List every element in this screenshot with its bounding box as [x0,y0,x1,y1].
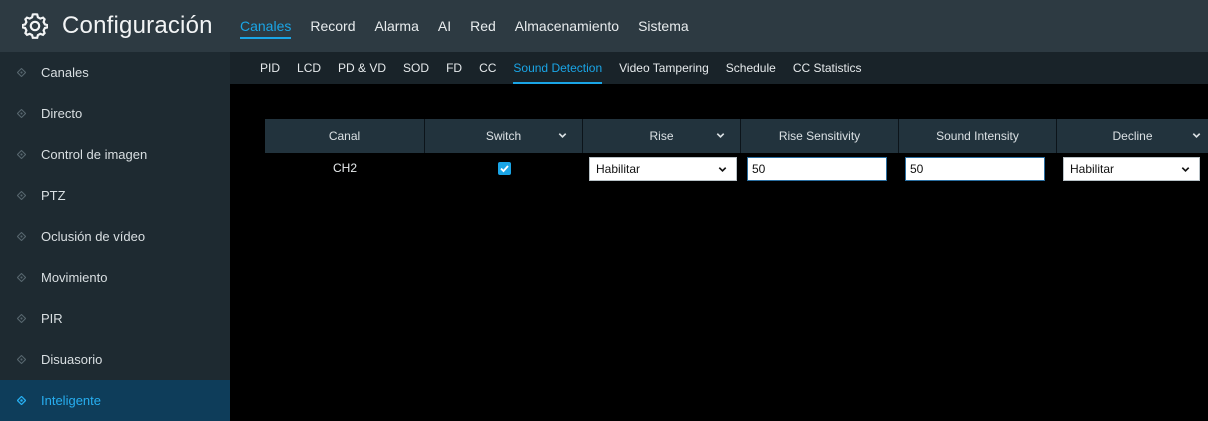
sidebar-item-label: PIR [41,311,63,326]
channel-label: CH2 [332,161,357,175]
cell-sound-intensity: 50 [899,153,1057,183]
nav-item-canales[interactable]: Canales [240,12,292,40]
chevron-down-icon [558,133,567,139]
diamond-bullet-icon [17,355,26,364]
sidebar-item-movimiento[interactable]: Movimiento [0,257,230,298]
header-sound-intensity: Sound Intensity [899,119,1057,153]
header-rise-sensitivity: Rise Sensitivity [741,119,899,153]
sidebar-item-label: Directo [41,106,83,121]
diamond-bullet-icon [17,68,26,77]
sidebar-item-ptz[interactable]: PTZ [0,175,230,216]
diamond-bullet-icon [17,150,26,159]
header-switch[interactable]: Switch [425,119,583,153]
checkmark-icon [499,164,509,172]
diamond-bullet-icon [17,314,26,323]
header-label: Sound Intensity [936,129,1019,143]
tab-pid[interactable]: PID [260,52,280,84]
header-label: Rise Sensitivity [778,129,861,143]
diamond-bullet-icon [17,232,26,241]
diamond-bullet-icon [17,396,26,405]
chevron-down-icon [718,167,727,173]
diamond-bullet-icon [17,273,26,282]
nav-item-ai[interactable]: AI [438,12,451,40]
tab-fd[interactable]: FD [446,52,462,84]
nav-item-almacenamiento[interactable]: Almacenamiento [515,12,619,40]
tab-lcd[interactable]: LCD [297,52,321,84]
header-decline[interactable]: Decline [1057,119,1208,153]
nav-item-alarma[interactable]: Alarma [375,12,419,40]
tab-cc[interactable]: CC [479,52,496,84]
diamond-bullet-icon [17,109,26,118]
tab-schedule[interactable]: Schedule [726,52,776,84]
cell-rise: Habilitar [583,153,741,183]
tab-video-tampering[interactable]: Video Tampering [619,52,709,84]
sidebar-item-label: Movimiento [41,270,108,285]
sidebar-item-canales[interactable]: Canales [0,52,230,93]
sidebar-item-disuasorio[interactable]: Disuasorio [0,339,230,380]
switch-checkbox[interactable] [497,161,511,175]
select-value: Habilitar [1070,162,1115,176]
tab-sod[interactable]: SOD [403,52,429,84]
cell-rise-sensitivity: 50 [741,153,899,183]
input-value: 50 [752,162,766,176]
input-value: 50 [910,162,924,176]
sidebar-item-label: Control de imagen [41,147,148,162]
chevron-down-icon [716,133,725,139]
table-header: Canal Switch Rise Rise Sensitivity Sound… [265,119,1208,153]
rise-sensitivity-input[interactable]: 50 [747,157,887,181]
sound-detection-table: Canal Switch Rise Rise Sensitivity Sound… [265,119,1208,183]
chevron-down-icon [1181,167,1190,173]
nav-item-red[interactable]: Red [470,12,496,40]
sidebar-item-directo[interactable]: Directo [0,93,230,134]
sub-tabs: PID LCD PD & VD SOD FD CC Sound Detectio… [230,52,1208,84]
chevron-down-icon [1192,133,1201,139]
top-nav: Canales Record Alarma AI Red Almacenamie… [240,0,708,52]
tab-sound-detection[interactable]: Sound Detection [513,52,602,84]
rise-select[interactable]: Habilitar [589,157,737,181]
sidebar-item-control-de-imagen[interactable]: Control de imagen [0,134,230,175]
sidebar-item-label: Disuasorio [41,352,103,367]
header-label: Canal [328,129,361,143]
cell-canal: CH2 [265,153,425,183]
table-row: CH2 Habilitar 50 50 Habilitar [265,153,1208,183]
decline-select[interactable]: Habilitar [1063,157,1200,181]
select-value: Habilitar [596,162,641,176]
sidebar-item-label: Oclusión de vídeo [41,229,146,244]
cell-decline: Habilitar [1057,153,1208,183]
sidebar-item-label: Inteligente [41,393,101,408]
sidebar-item-pir[interactable]: PIR [0,298,230,339]
header-label: Rise [649,129,674,143]
header-canal: Canal [265,119,425,153]
header-label: Switch [485,129,522,143]
sidebar: Canales Directo Control de imagen PTZ Oc… [0,52,230,421]
tab-cc-statistics[interactable]: CC Statistics [793,52,862,84]
nav-item-sistema[interactable]: Sistema [638,12,689,40]
nav-item-record[interactable]: Record [310,12,355,40]
diamond-bullet-icon [17,191,26,200]
sidebar-item-inteligente[interactable]: Inteligente [0,380,230,421]
cell-switch [425,153,583,183]
sidebar-item-oclusion-de-video[interactable]: Oclusión de vídeo [0,216,230,257]
app-title-text: Configuración [62,12,213,39]
gear-icon [22,13,48,39]
header-label: Decline [1112,129,1153,143]
sidebar-item-label: Canales [41,65,89,80]
tab-pd-vd[interactable]: PD & VD [338,52,386,84]
sidebar-item-label: PTZ [41,188,66,203]
app-title: Configuración [22,8,213,44]
sound-intensity-input[interactable]: 50 [905,157,1045,181]
top-bar: Configuración Canales Record Alarma AI R… [0,0,1208,52]
header-rise[interactable]: Rise [583,119,741,153]
